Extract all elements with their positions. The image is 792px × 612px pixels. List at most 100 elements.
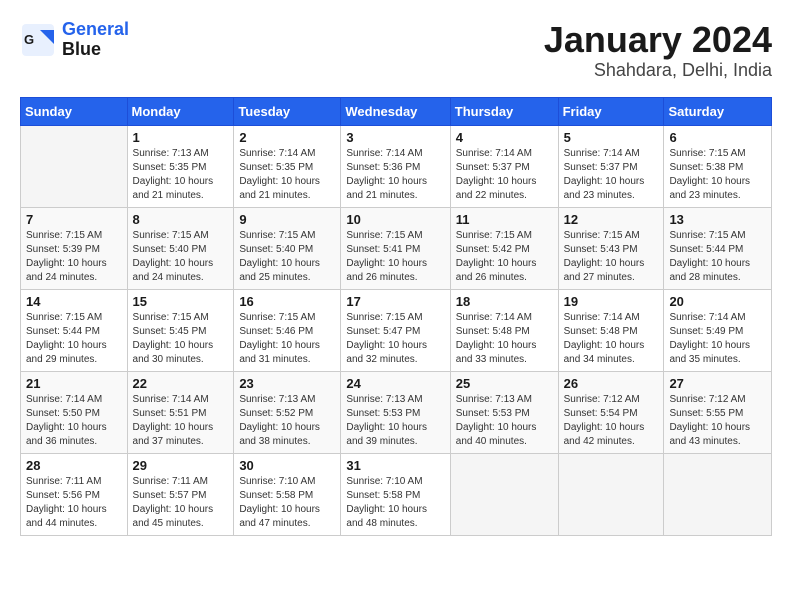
calendar-cell: 21 Sunrise: 7:14 AMSunset: 5:50 PMDaylig… bbox=[21, 371, 128, 453]
calendar-cell: 3 Sunrise: 7:14 AMSunset: 5:36 PMDayligh… bbox=[341, 125, 450, 207]
location: Shahdara, Delhi, India bbox=[544, 60, 772, 81]
day-number: 24 bbox=[346, 376, 444, 391]
logo: G GeneralBlue bbox=[20, 20, 129, 60]
day-number: 17 bbox=[346, 294, 444, 309]
logo-icon: G bbox=[20, 22, 56, 58]
day-number: 25 bbox=[456, 376, 553, 391]
week-row-1: 1 Sunrise: 7:13 AMSunset: 5:35 PMDayligh… bbox=[21, 125, 772, 207]
day-detail: Sunrise: 7:14 AMSunset: 5:37 PMDaylight:… bbox=[456, 148, 537, 201]
day-detail: Sunrise: 7:13 AMSunset: 5:35 PMDaylight:… bbox=[133, 148, 214, 201]
calendar-cell: 9 Sunrise: 7:15 AMSunset: 5:40 PMDayligh… bbox=[234, 207, 341, 289]
day-number: 5 bbox=[564, 130, 659, 145]
day-number: 12 bbox=[564, 212, 659, 227]
week-row-5: 28 Sunrise: 7:11 AMSunset: 5:56 PMDaylig… bbox=[21, 453, 772, 535]
weekday-header-row: SundayMondayTuesdayWednesdayThursdayFrid… bbox=[21, 97, 772, 125]
day-detail: Sunrise: 7:15 AMSunset: 5:46 PMDaylight:… bbox=[239, 312, 320, 365]
day-number: 27 bbox=[669, 376, 766, 391]
day-detail: Sunrise: 7:14 AMSunset: 5:36 PMDaylight:… bbox=[346, 148, 427, 201]
calendar-cell: 25 Sunrise: 7:13 AMSunset: 5:53 PMDaylig… bbox=[450, 371, 558, 453]
day-number: 14 bbox=[26, 294, 122, 309]
day-number: 8 bbox=[133, 212, 229, 227]
calendar-cell: 10 Sunrise: 7:15 AMSunset: 5:41 PMDaylig… bbox=[341, 207, 450, 289]
day-number: 23 bbox=[239, 376, 335, 391]
day-detail: Sunrise: 7:14 AMSunset: 5:50 PMDaylight:… bbox=[26, 394, 107, 447]
calendar-cell: 27 Sunrise: 7:12 AMSunset: 5:55 PMDaylig… bbox=[664, 371, 772, 453]
calendar-cell bbox=[450, 453, 558, 535]
day-detail: Sunrise: 7:10 AMSunset: 5:58 PMDaylight:… bbox=[346, 476, 427, 529]
day-detail: Sunrise: 7:15 AMSunset: 5:42 PMDaylight:… bbox=[456, 230, 537, 283]
day-detail: Sunrise: 7:15 AMSunset: 5:47 PMDaylight:… bbox=[346, 312, 427, 365]
calendar-cell: 18 Sunrise: 7:14 AMSunset: 5:48 PMDaylig… bbox=[450, 289, 558, 371]
day-detail: Sunrise: 7:15 AMSunset: 5:40 PMDaylight:… bbox=[133, 230, 214, 283]
calendar-cell: 26 Sunrise: 7:12 AMSunset: 5:54 PMDaylig… bbox=[558, 371, 664, 453]
calendar-cell: 8 Sunrise: 7:15 AMSunset: 5:40 PMDayligh… bbox=[127, 207, 234, 289]
day-detail: Sunrise: 7:15 AMSunset: 5:40 PMDaylight:… bbox=[239, 230, 320, 283]
week-row-2: 7 Sunrise: 7:15 AMSunset: 5:39 PMDayligh… bbox=[21, 207, 772, 289]
day-number: 7 bbox=[26, 212, 122, 227]
day-number: 22 bbox=[133, 376, 229, 391]
page-header: G GeneralBlue January 2024 Shahdara, Del… bbox=[20, 20, 772, 81]
day-number: 28 bbox=[26, 458, 122, 473]
day-number: 2 bbox=[239, 130, 335, 145]
day-detail: Sunrise: 7:15 AMSunset: 5:41 PMDaylight:… bbox=[346, 230, 427, 283]
calendar-cell: 16 Sunrise: 7:15 AMSunset: 5:46 PMDaylig… bbox=[234, 289, 341, 371]
day-detail: Sunrise: 7:15 AMSunset: 5:45 PMDaylight:… bbox=[133, 312, 214, 365]
day-number: 11 bbox=[456, 212, 553, 227]
day-detail: Sunrise: 7:14 AMSunset: 5:37 PMDaylight:… bbox=[564, 148, 645, 201]
day-detail: Sunrise: 7:14 AMSunset: 5:49 PMDaylight:… bbox=[669, 312, 750, 365]
day-detail: Sunrise: 7:11 AMSunset: 5:56 PMDaylight:… bbox=[26, 476, 107, 529]
calendar-cell: 7 Sunrise: 7:15 AMSunset: 5:39 PMDayligh… bbox=[21, 207, 128, 289]
calendar-cell: 13 Sunrise: 7:15 AMSunset: 5:44 PMDaylig… bbox=[664, 207, 772, 289]
calendar-cell: 23 Sunrise: 7:13 AMSunset: 5:52 PMDaylig… bbox=[234, 371, 341, 453]
day-detail: Sunrise: 7:15 AMSunset: 5:44 PMDaylight:… bbox=[26, 312, 107, 365]
calendar-cell: 29 Sunrise: 7:11 AMSunset: 5:57 PMDaylig… bbox=[127, 453, 234, 535]
day-number: 1 bbox=[133, 130, 229, 145]
calendar-cell: 11 Sunrise: 7:15 AMSunset: 5:42 PMDaylig… bbox=[450, 207, 558, 289]
calendar-cell: 19 Sunrise: 7:14 AMSunset: 5:48 PMDaylig… bbox=[558, 289, 664, 371]
calendar-table: SundayMondayTuesdayWednesdayThursdayFrid… bbox=[20, 97, 772, 536]
day-detail: Sunrise: 7:15 AMSunset: 5:43 PMDaylight:… bbox=[564, 230, 645, 283]
day-detail: Sunrise: 7:10 AMSunset: 5:58 PMDaylight:… bbox=[239, 476, 320, 529]
calendar-cell: 15 Sunrise: 7:15 AMSunset: 5:45 PMDaylig… bbox=[127, 289, 234, 371]
day-number: 30 bbox=[239, 458, 335, 473]
calendar-cell bbox=[664, 453, 772, 535]
day-detail: Sunrise: 7:15 AMSunset: 5:44 PMDaylight:… bbox=[669, 230, 750, 283]
weekday-header-sunday: Sunday bbox=[21, 97, 128, 125]
calendar-cell: 4 Sunrise: 7:14 AMSunset: 5:37 PMDayligh… bbox=[450, 125, 558, 207]
day-detail: Sunrise: 7:12 AMSunset: 5:55 PMDaylight:… bbox=[669, 394, 750, 447]
day-number: 16 bbox=[239, 294, 335, 309]
calendar-cell: 5 Sunrise: 7:14 AMSunset: 5:37 PMDayligh… bbox=[558, 125, 664, 207]
day-number: 29 bbox=[133, 458, 229, 473]
weekday-header-thursday: Thursday bbox=[450, 97, 558, 125]
calendar-cell: 22 Sunrise: 7:14 AMSunset: 5:51 PMDaylig… bbox=[127, 371, 234, 453]
weekday-header-tuesday: Tuesday bbox=[234, 97, 341, 125]
calendar-cell: 1 Sunrise: 7:13 AMSunset: 5:35 PMDayligh… bbox=[127, 125, 234, 207]
day-detail: Sunrise: 7:15 AMSunset: 5:38 PMDaylight:… bbox=[669, 148, 750, 201]
day-number: 3 bbox=[346, 130, 444, 145]
calendar-cell: 17 Sunrise: 7:15 AMSunset: 5:47 PMDaylig… bbox=[341, 289, 450, 371]
day-detail: Sunrise: 7:11 AMSunset: 5:57 PMDaylight:… bbox=[133, 476, 214, 529]
calendar-cell: 30 Sunrise: 7:10 AMSunset: 5:58 PMDaylig… bbox=[234, 453, 341, 535]
calendar-cell: 14 Sunrise: 7:15 AMSunset: 5:44 PMDaylig… bbox=[21, 289, 128, 371]
day-detail: Sunrise: 7:13 AMSunset: 5:52 PMDaylight:… bbox=[239, 394, 320, 447]
day-detail: Sunrise: 7:12 AMSunset: 5:54 PMDaylight:… bbox=[564, 394, 645, 447]
calendar-cell bbox=[558, 453, 664, 535]
day-number: 31 bbox=[346, 458, 444, 473]
day-number: 18 bbox=[456, 294, 553, 309]
weekday-header-monday: Monday bbox=[127, 97, 234, 125]
logo-text: GeneralBlue bbox=[62, 20, 129, 60]
calendar-cell: 28 Sunrise: 7:11 AMSunset: 5:56 PMDaylig… bbox=[21, 453, 128, 535]
day-detail: Sunrise: 7:15 AMSunset: 5:39 PMDaylight:… bbox=[26, 230, 107, 283]
week-row-3: 14 Sunrise: 7:15 AMSunset: 5:44 PMDaylig… bbox=[21, 289, 772, 371]
day-number: 15 bbox=[133, 294, 229, 309]
svg-text:G: G bbox=[24, 32, 34, 47]
day-number: 26 bbox=[564, 376, 659, 391]
day-detail: Sunrise: 7:14 AMSunset: 5:48 PMDaylight:… bbox=[564, 312, 645, 365]
calendar-cell: 6 Sunrise: 7:15 AMSunset: 5:38 PMDayligh… bbox=[664, 125, 772, 207]
day-detail: Sunrise: 7:14 AMSunset: 5:48 PMDaylight:… bbox=[456, 312, 537, 365]
day-number: 13 bbox=[669, 212, 766, 227]
day-detail: Sunrise: 7:13 AMSunset: 5:53 PMDaylight:… bbox=[456, 394, 537, 447]
calendar-cell: 2 Sunrise: 7:14 AMSunset: 5:35 PMDayligh… bbox=[234, 125, 341, 207]
day-number: 20 bbox=[669, 294, 766, 309]
calendar-cell: 24 Sunrise: 7:13 AMSunset: 5:53 PMDaylig… bbox=[341, 371, 450, 453]
